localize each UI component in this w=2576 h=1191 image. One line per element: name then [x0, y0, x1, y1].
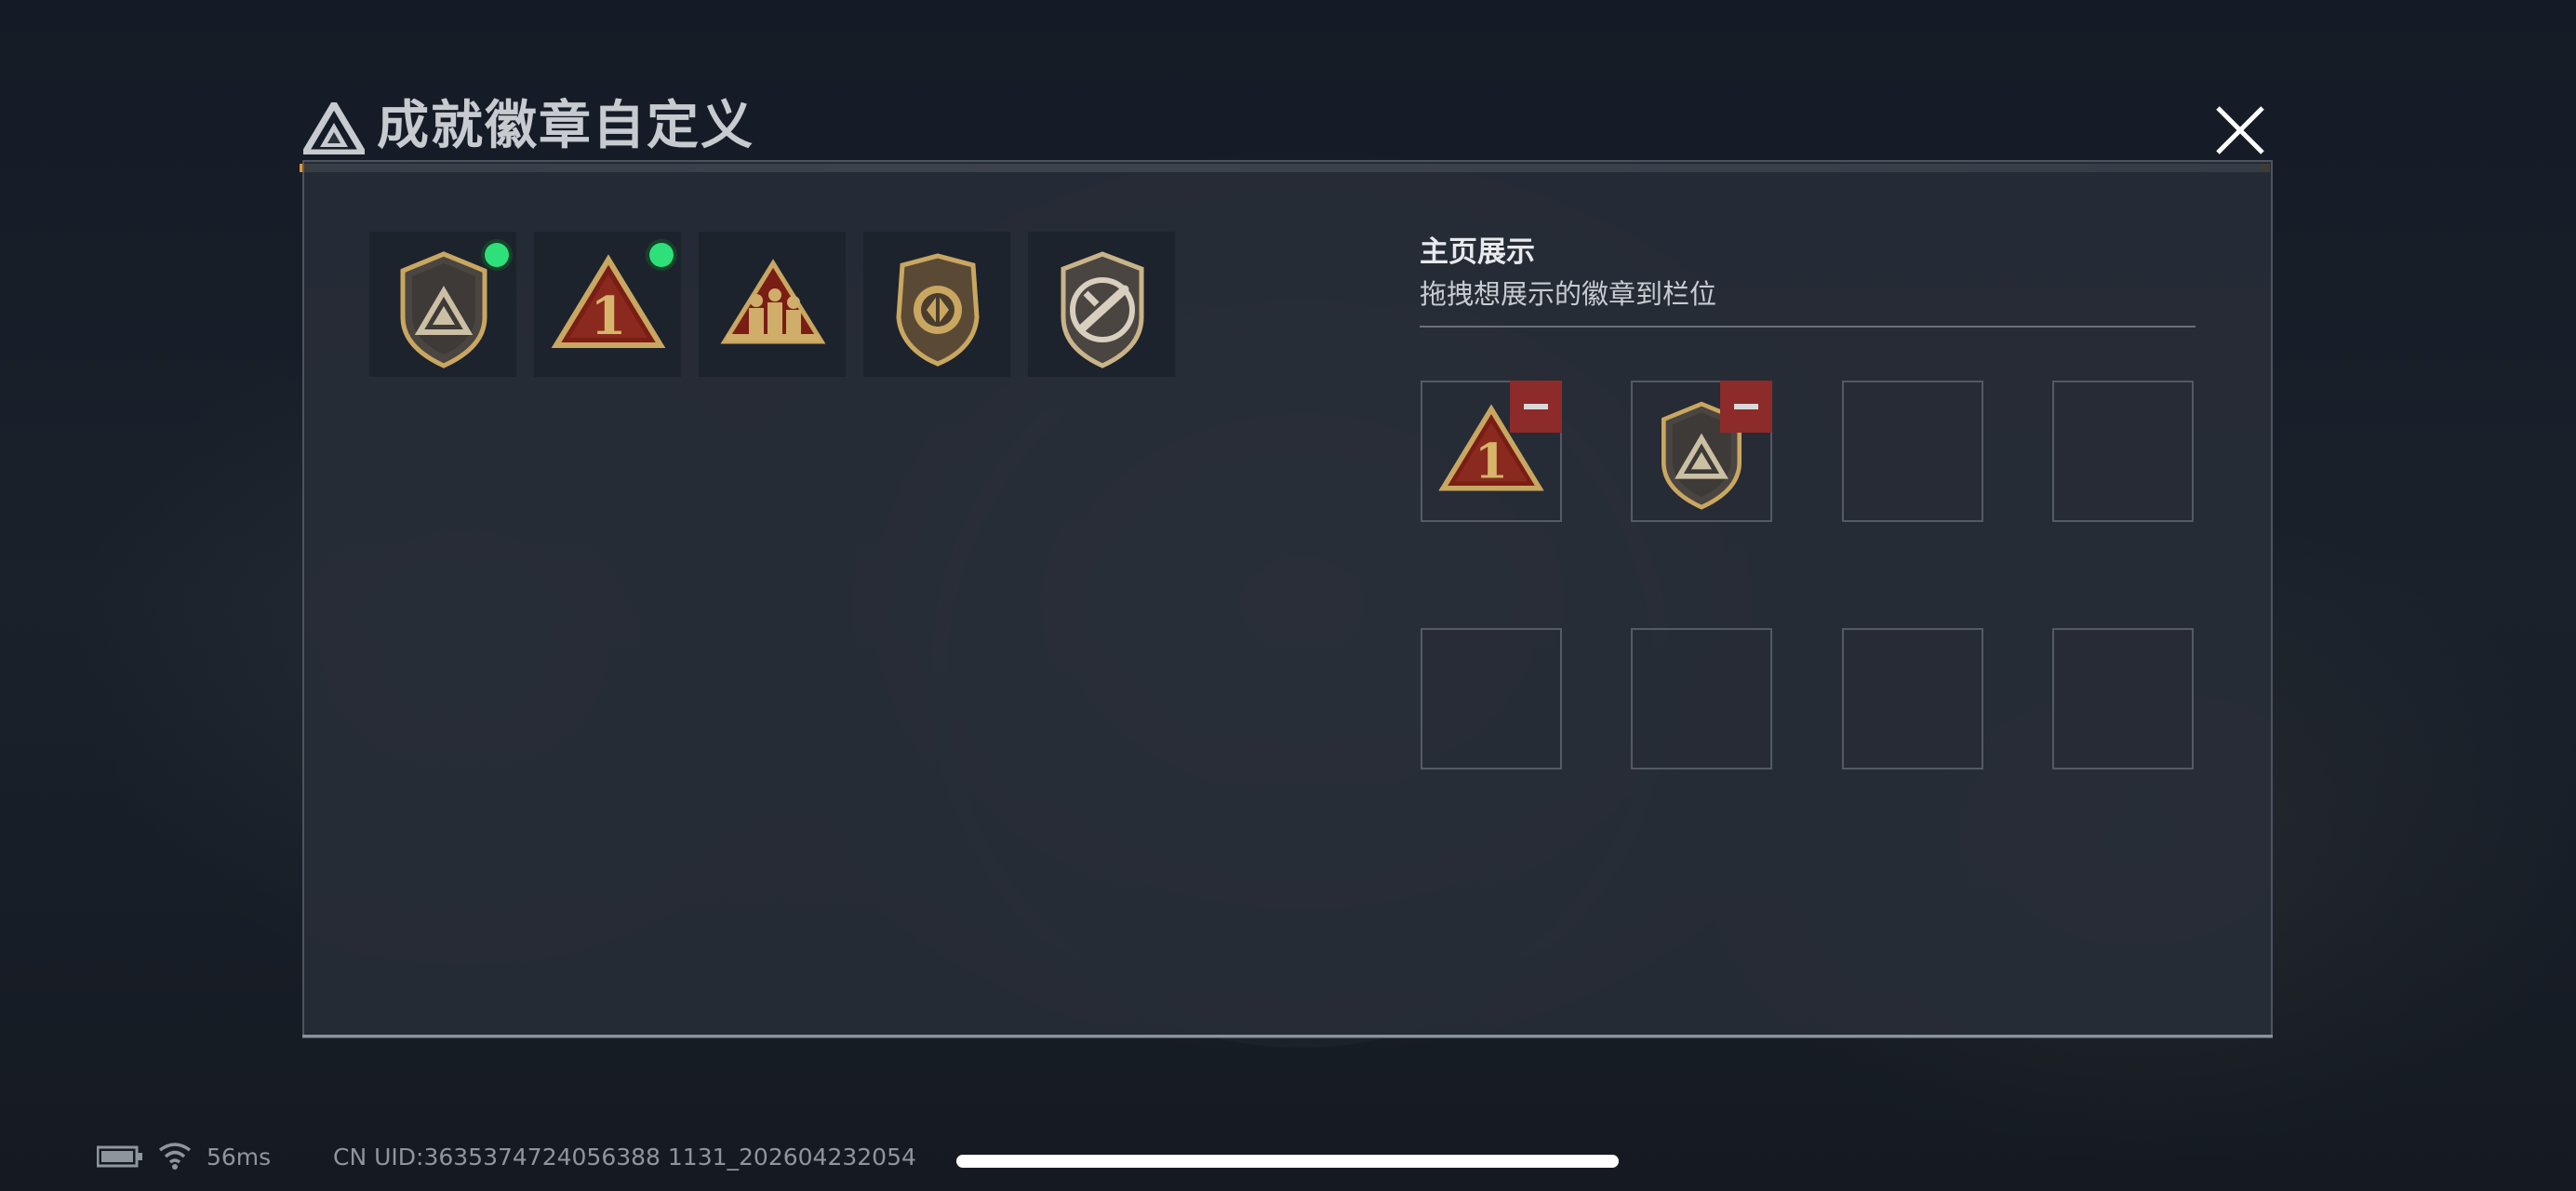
showcase-slot-6[interactable] — [1631, 628, 1772, 769]
showcase-slot-1[interactable]: 1 — [1421, 381, 1562, 522]
showcase-slot-4[interactable] — [2052, 381, 2194, 522]
uid-readout: CN UID:3635374724056388 1131_20260423205… — [333, 1144, 916, 1171]
close-icon[interactable] — [2207, 97, 2274, 164]
new-indicator-dot — [649, 243, 674, 267]
showcase-slot-7[interactable] — [1842, 628, 1983, 769]
showcase-slot-8[interactable] — [2052, 628, 2194, 769]
triangle-logo-icon — [303, 102, 365, 154]
badge-tile-soldiers[interactable] — [698, 231, 847, 378]
showcase-slot-5[interactable] — [1421, 628, 1562, 769]
showcase-slot-3[interactable] — [1842, 381, 1983, 522]
battery-icon — [97, 1145, 142, 1168]
remove-badge-button[interactable] — [1720, 381, 1772, 433]
panel-bottom-border — [302, 1035, 2273, 1037]
badge-tile-shield-triangle[interactable] — [368, 231, 517, 378]
ping-readout: 56ms — [207, 1144, 272, 1171]
badge-tile-shield-diamond[interactable] — [862, 231, 1011, 378]
svg-text:1: 1 — [591, 286, 627, 347]
badge-tile-shield-knife[interactable] — [1027, 231, 1176, 378]
showcase-title: 主页展示 — [1420, 235, 1535, 269]
wifi-icon — [158, 1143, 192, 1170]
triangle-soldiers-icon — [720, 259, 826, 344]
svg-text:1: 1 — [1475, 434, 1508, 490]
badge-tile-number-one[interactable]: 1 — [533, 231, 682, 378]
shield-diamond-icon — [896, 253, 980, 367]
remove-badge-button[interactable] — [1510, 381, 1562, 433]
home-indicator[interactable] — [956, 1155, 1619, 1168]
showcase-subtitle: 拖拽想展示的徽章到栏位 — [1420, 278, 1717, 310]
showcase-divider — [1420, 326, 2196, 328]
new-indicator-dot — [485, 243, 509, 267]
shield-knife-icon — [1061, 251, 1144, 368]
page-title: 成就徽章自定义 — [377, 96, 754, 156]
showcase-slot-2[interactable] — [1631, 381, 1772, 522]
